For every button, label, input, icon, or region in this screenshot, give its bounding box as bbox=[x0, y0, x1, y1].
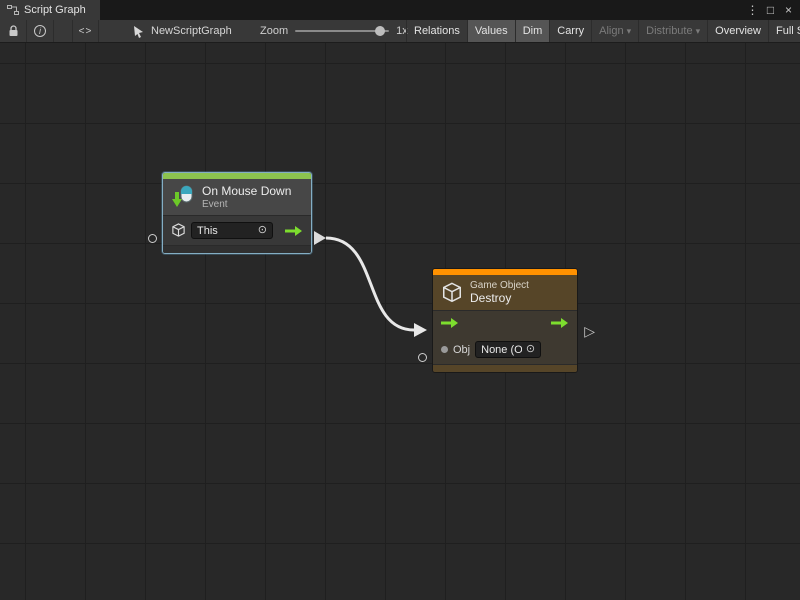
window-controls: ⋮ □ × bbox=[744, 0, 800, 20]
info-icon: i bbox=[34, 25, 46, 37]
window-maximize-button[interactable]: □ bbox=[762, 1, 779, 19]
destroy-node-header[interactable]: Game Object Destroy bbox=[433, 275, 577, 310]
tab-label: Script Graph bbox=[24, 4, 86, 16]
tab-bar: Script Graph ⋮ □ × bbox=[0, 0, 800, 20]
event-target-value: This bbox=[197, 225, 218, 237]
zoom-slider[interactable] bbox=[295, 30, 389, 32]
destroy-obj-field[interactable]: None (O ⊙ bbox=[475, 341, 541, 358]
flow-output-arrow-icon[interactable] bbox=[285, 225, 303, 237]
graph-asset-icon bbox=[132, 25, 145, 38]
destroy-node-category: Game Object bbox=[470, 280, 529, 291]
node-destroy[interactable]: Game Object Destroy bbox=[432, 268, 578, 373]
event-node-body: This ⊙ bbox=[163, 215, 311, 245]
event-node-subtitle: Event bbox=[202, 199, 291, 210]
event-target-field[interactable]: This ⊙ bbox=[191, 222, 273, 239]
inspect-button[interactable]: i bbox=[27, 20, 54, 42]
fullscreen-button[interactable]: Full S bbox=[768, 20, 800, 42]
graph-breadcrumb: NewScriptGraph bbox=[132, 20, 232, 42]
tab-script-graph[interactable]: Script Graph bbox=[0, 0, 100, 20]
destroy-obj-value: None (O bbox=[481, 344, 522, 356]
object-picker-icon[interactable]: ⊙ bbox=[526, 344, 535, 355]
flow-continue-port-icon[interactable]: ▷ bbox=[584, 324, 595, 338]
flow-input-arrow-icon[interactable] bbox=[441, 317, 459, 329]
event-output-port[interactable] bbox=[314, 231, 326, 245]
graph-name: NewScriptGraph bbox=[151, 25, 232, 37]
event-node-title: On Mouse Down bbox=[202, 184, 291, 198]
code-icon: <> bbox=[79, 26, 93, 37]
graph-toolbar: i <> NewScriptGraph Zoom 1x Relations bbox=[0, 20, 800, 43]
destroy-param-label: Obj bbox=[453, 344, 470, 356]
script-graph-icon bbox=[7, 4, 19, 16]
event-node-footer bbox=[163, 245, 311, 253]
destroy-input-arrowhead[interactable] bbox=[414, 323, 427, 337]
script-graph-window: Script Graph ⋮ □ × i <> bbox=[0, 0, 800, 600]
chevron-down-icon: ▾ bbox=[627, 26, 632, 37]
node-on-mouse-down[interactable]: On Mouse Down Event This ⊙ bbox=[162, 172, 312, 254]
destroy-node-body: Obj None (O ⊙ bbox=[433, 310, 577, 364]
zoom-control: Zoom 1x bbox=[260, 20, 408, 42]
relations-button[interactable]: Relations bbox=[406, 20, 467, 42]
edit-script-button[interactable]: <> bbox=[72, 20, 99, 42]
window-close-button[interactable]: × bbox=[780, 1, 797, 19]
event-node-header[interactable]: On Mouse Down Event bbox=[163, 179, 311, 215]
value-port-dot-icon bbox=[441, 346, 448, 353]
distribute-button: Distribute ▾ bbox=[638, 20, 707, 42]
zoom-slider-handle[interactable] bbox=[375, 26, 385, 36]
connection-layer bbox=[0, 43, 800, 600]
lock-button[interactable] bbox=[0, 20, 27, 42]
connection-wire[interactable] bbox=[326, 238, 414, 330]
game-object-cube-icon bbox=[441, 282, 463, 304]
toolbar-buttons: Relations Values Dim Carry Align ▾ Distr… bbox=[406, 20, 800, 42]
zoom-label: Zoom bbox=[260, 25, 288, 37]
align-button: Align ▾ bbox=[591, 20, 638, 42]
flow-output-arrow-icon[interactable] bbox=[551, 317, 569, 329]
chevron-down-icon: ▾ bbox=[696, 26, 701, 37]
overview-button[interactable]: Overview bbox=[707, 20, 768, 42]
values-button[interactable]: Values bbox=[467, 20, 515, 42]
graph-canvas[interactable]: On Mouse Down Event This ⊙ bbox=[0, 43, 800, 600]
event-target-input-port[interactable] bbox=[148, 234, 157, 243]
game-object-cube-icon bbox=[171, 223, 186, 238]
window-menu-button[interactable]: ⋮ bbox=[744, 1, 761, 19]
lock-icon bbox=[8, 25, 19, 37]
mouse-down-event-icon bbox=[171, 185, 195, 209]
dim-button[interactable]: Dim bbox=[515, 20, 550, 42]
destroy-node-title: Destroy bbox=[470, 291, 529, 305]
destroy-node-footer bbox=[433, 364, 577, 372]
object-picker-icon[interactable]: ⊙ bbox=[258, 225, 267, 236]
carry-button[interactable]: Carry bbox=[549, 20, 591, 42]
destroy-obj-input-port[interactable] bbox=[418, 353, 427, 362]
